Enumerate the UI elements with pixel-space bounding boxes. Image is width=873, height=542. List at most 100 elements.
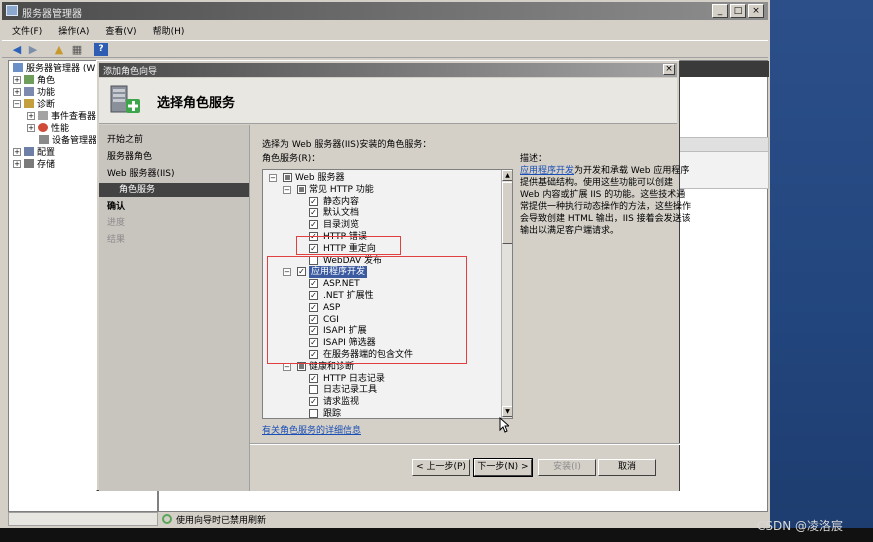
status-text: 使用向导时已禁用刷新: [176, 516, 267, 526]
step-progress: 进度: [107, 218, 126, 228]
tree-item-roles[interactable]: + 角色: [13, 75, 55, 87]
roles-icon: [24, 75, 34, 84]
role-service-checkbox[interactable]: [297, 184, 306, 194]
forward-arrow-icon[interactable]: ▶: [26, 43, 40, 56]
menu-help[interactable]: 帮助(H): [143, 21, 191, 39]
role-service-checkbox[interactable]: ✓: [309, 196, 318, 206]
tree-item-features[interactable]: + 功能: [13, 87, 55, 99]
tree-vertical-scrollbar[interactable]: ▲ ▼: [501, 170, 512, 418]
wizard-title-bar[interactable]: 添加角色向导 ×: [99, 63, 677, 77]
cancel-button[interactable]: 取消: [598, 459, 656, 476]
expander-icon[interactable]: +: [13, 88, 21, 96]
expander-icon[interactable]: +: [27, 112, 35, 120]
mouse-cursor-icon: [499, 417, 509, 433]
more-info-link[interactable]: 有关角色服务的详细信息: [262, 423, 361, 436]
menu-bar: 文件(F) 操作(A) 查看(V) 帮助(H): [2, 21, 768, 39]
tree-item-label: 服务器管理器 (W: [26, 64, 96, 74]
tree-item-configuration[interactable]: + 配置: [13, 147, 55, 159]
role-service-checkbox[interactable]: [309, 385, 318, 395]
tree-item-label: 存储: [37, 160, 56, 170]
performance-icon: [38, 123, 48, 132]
tree-item-label: 功能: [37, 88, 56, 98]
taskbar-strip: [0, 528, 873, 542]
scroll-thumb[interactable]: [502, 182, 512, 244]
diagnostics-icon: [24, 99, 34, 108]
role-service-label: HTTP 日志记录: [323, 373, 385, 384]
expander-icon[interactable]: −: [269, 174, 277, 182]
role-service-row[interactable]: − Web 服务器: [263, 172, 499, 184]
back-arrow-icon[interactable]: ◀: [10, 43, 24, 56]
role-service-row[interactable]: ✓ 静态内容: [263, 196, 499, 208]
tree-item-diagnostics[interactable]: − 诊断: [13, 99, 55, 111]
details-summary-box: [679, 137, 769, 189]
toolbar: ◀ ▶ ▲ ▦ ?: [2, 40, 768, 58]
minimize-button[interactable]: _: [712, 4, 728, 18]
previous-button[interactable]: < 上一步(P): [412, 459, 470, 476]
server-manager-app-icon: [6, 5, 18, 16]
tree-item-device-manager[interactable]: 设备管理器: [39, 135, 97, 147]
role-service-row[interactable]: 日志记录工具: [263, 384, 499, 396]
tree-item-performance[interactable]: + 性能: [27, 123, 69, 135]
features-icon: [24, 87, 34, 96]
role-service-row[interactable]: 跟踪: [263, 408, 499, 419]
help-icon[interactable]: ?: [94, 43, 108, 56]
tree-item-label: 诊断: [37, 100, 56, 110]
main-title-bar[interactable]: 服务器管理器 _ □ ×: [2, 2, 768, 20]
main-window-title: 服务器管理器: [22, 9, 82, 20]
server-role-wizard-icon: [110, 85, 140, 113]
expander-icon[interactable]: +: [27, 124, 35, 132]
role-service-checkbox[interactable]: [283, 173, 292, 182]
step-confirmation[interactable]: 确认: [107, 200, 125, 214]
expander-icon[interactable]: +: [13, 160, 21, 168]
scroll-up-arrow-icon[interactable]: ▲: [502, 170, 512, 181]
wizard-heading: 选择角色服务: [157, 96, 236, 111]
tree-item-label: 性能: [51, 124, 70, 134]
wizard-close-button[interactable]: ×: [663, 64, 675, 75]
annotation-box-application-development: [267, 256, 467, 364]
next-button[interactable]: 下一步(N) >: [473, 458, 533, 477]
role-services-label: 角色服务(R)：: [262, 154, 321, 164]
description-title: 描述：: [520, 154, 548, 164]
role-service-row[interactable]: ✓ 目录浏览: [263, 219, 499, 231]
role-service-label: 静态内容: [323, 196, 360, 207]
role-service-checkbox[interactable]: [309, 409, 318, 418]
role-service-label: 日志记录工具: [323, 385, 378, 396]
expander-icon[interactable]: +: [13, 148, 21, 156]
role-service-checkbox[interactable]: ✓: [309, 373, 318, 383]
role-service-label: 请求监视: [323, 397, 360, 408]
role-service-row[interactable]: ✓ 请求监视: [263, 396, 499, 408]
restore-button[interactable]: □: [730, 4, 746, 18]
wizard-header: 选择角色服务: [99, 78, 677, 124]
expander-icon[interactable]: −: [13, 100, 21, 108]
role-service-checkbox[interactable]: ✓: [309, 397, 318, 407]
description-link[interactable]: 应用程序开发: [520, 166, 574, 176]
description-body: 应用程序开发为开发和承载 Web 应用程序提供基础结构。使用这些功能可以创建 W…: [520, 165, 692, 237]
up-folder-icon[interactable]: ▲: [52, 43, 66, 56]
expander-icon[interactable]: −: [283, 185, 291, 194]
role-service-label: 跟踪: [323, 409, 342, 419]
close-button[interactable]: ×: [748, 4, 764, 18]
role-service-checkbox[interactable]: ✓: [309, 208, 318, 218]
menu-action[interactable]: 操作(A): [48, 21, 95, 39]
step-web-server-iis[interactable]: Web 服务器(IIS): [107, 167, 175, 181]
role-service-label: 目录浏览: [323, 220, 360, 231]
role-service-row[interactable]: ✓ HTTP 日志记录: [263, 373, 499, 385]
step-server-roles[interactable]: 服务器角色: [107, 150, 152, 164]
role-service-row[interactable]: ✓ 默认文档: [263, 207, 499, 219]
menu-view[interactable]: 查看(V): [95, 21, 142, 39]
expander-icon[interactable]: +: [13, 76, 21, 84]
scroll-down-arrow-icon[interactable]: ▼: [502, 406, 512, 417]
step-role-services[interactable]: 角色服务: [99, 183, 249, 197]
role-service-row[interactable]: − 常见 HTTP 功能: [263, 184, 499, 196]
show-hide-tree-icon[interactable]: ▦: [70, 43, 84, 56]
tree-item-event-viewer[interactable]: + 事件查看器: [27, 111, 96, 123]
tree-horizontal-scrollbar[interactable]: [8, 512, 158, 526]
role-service-label: 常见 HTTP 功能: [309, 184, 374, 195]
menu-file[interactable]: 文件(F): [2, 21, 48, 39]
tree-item-server-manager[interactable]: 服务器管理器 (W: [13, 63, 95, 75]
description-text: 为开发和承载 Web 应用程序提供基础结构。使用这些功能可以创建 Web 内容或…: [520, 166, 692, 236]
configuration-icon: [24, 147, 34, 156]
role-service-checkbox[interactable]: ✓: [309, 220, 318, 230]
tree-item-storage[interactable]: + 存储: [13, 159, 55, 171]
step-before-you-begin[interactable]: 开始之前: [107, 133, 143, 147]
